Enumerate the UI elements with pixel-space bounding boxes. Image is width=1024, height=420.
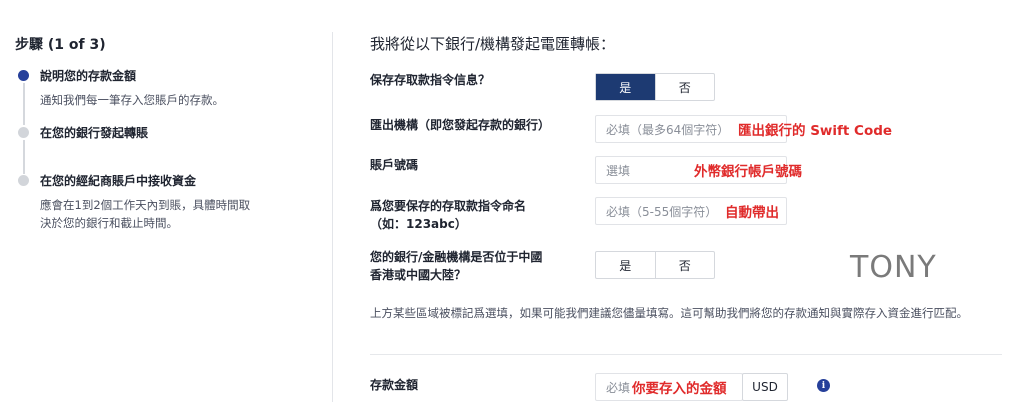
info-icon[interactable]: i	[817, 379, 830, 392]
amount-placeholder: 必填	[606, 381, 631, 395]
instruction-name-label: 爲您要保存的存取款指令命名 （如：123abc）	[370, 197, 526, 233]
stepper-panel: 步驟 (1 of 3) 說明您的存款金額 通知我們每一筆存入您賬戶的存款。 在您…	[0, 0, 332, 420]
step-connector	[23, 140, 25, 174]
account-number-label: 賬戶號碼	[370, 158, 419, 172]
in-china-label-line: 香港或中國大陸？	[370, 268, 467, 282]
instruction-name-annotation: 自動帶出	[725, 205, 779, 221]
save-instructions-no-button[interactable]: 否	[654, 74, 715, 100]
step-1-label: 說明您的存款金額	[40, 69, 137, 83]
save-instructions-toggle: 是 否	[595, 73, 715, 101]
sending-institution-placeholder: 必填（最多64個字符）	[606, 123, 730, 137]
save-instructions-yes-button[interactable]: 是	[596, 74, 655, 100]
account-number-placeholder: 選填	[606, 164, 631, 178]
in-china-label-line: 您的銀行/金融機構是否位于中國	[370, 250, 543, 264]
save-instructions-label: 保存存取款指令信息？	[370, 73, 491, 87]
panel-divider	[332, 32, 333, 402]
step-1-indicator	[18, 70, 29, 81]
sending-institution-annotation: 匯出銀行的 Swift Code	[738, 123, 893, 139]
step-3-description-line: 應會在1到2個工作天內到賬，具體時間取	[40, 198, 251, 212]
step-2-indicator	[18, 127, 29, 138]
step-connector	[23, 83, 25, 125]
step-2-label: 在您的銀行發起轉賬	[40, 126, 149, 140]
instruction-name-placeholder: 必填（5-55個字符）	[606, 205, 718, 219]
sending-institution-label: 匯出機構（即您發起存款的銀行）	[370, 118, 551, 132]
step-1-description: 通知我們每一筆存入您賬戶的存款。	[40, 93, 224, 107]
section-divider	[370, 354, 1002, 355]
in-china-no-button[interactable]: 否	[654, 252, 715, 278]
watermark: TONY	[850, 250, 937, 285]
helper-text: 上方某些區域被標記爲選填，如果可能我們建議您儘量填寫。這可幫助我們將您的存款通知…	[370, 306, 968, 320]
step-3-description: 應會在1到2個工作天內到賬，具體時間取 決於您的銀行和截止時間。	[40, 196, 250, 232]
in-china-label: 您的銀行/金融機構是否位于中國 香港或中國大陸？	[370, 248, 542, 284]
instruction-name-label-line: 爲您要保存的存取款指令命名	[370, 199, 527, 213]
amount-annotation: 你要存入的金額	[632, 381, 727, 397]
in-china-yes-button[interactable]: 是	[596, 252, 655, 278]
step-3-label: 在您的經紀商賬戶中接收資金	[40, 174, 197, 188]
account-number-annotation: 外幣銀行帳戶號碼	[694, 164, 802, 180]
amount-label: 存款金額	[370, 378, 419, 392]
form-heading: 我將從以下銀行/機構發起電匯轉帳：	[370, 35, 616, 53]
step-3-description-line: 決於您的銀行和截止時間。	[40, 216, 178, 230]
stepper-title: 步驟 (1 of 3)	[15, 37, 106, 53]
instruction-name-label-line: （如：123abc）	[370, 217, 467, 231]
step-3-indicator	[18, 175, 29, 186]
currency-selector[interactable]: USD	[742, 373, 788, 401]
in-china-toggle: 是 否	[595, 251, 715, 279]
